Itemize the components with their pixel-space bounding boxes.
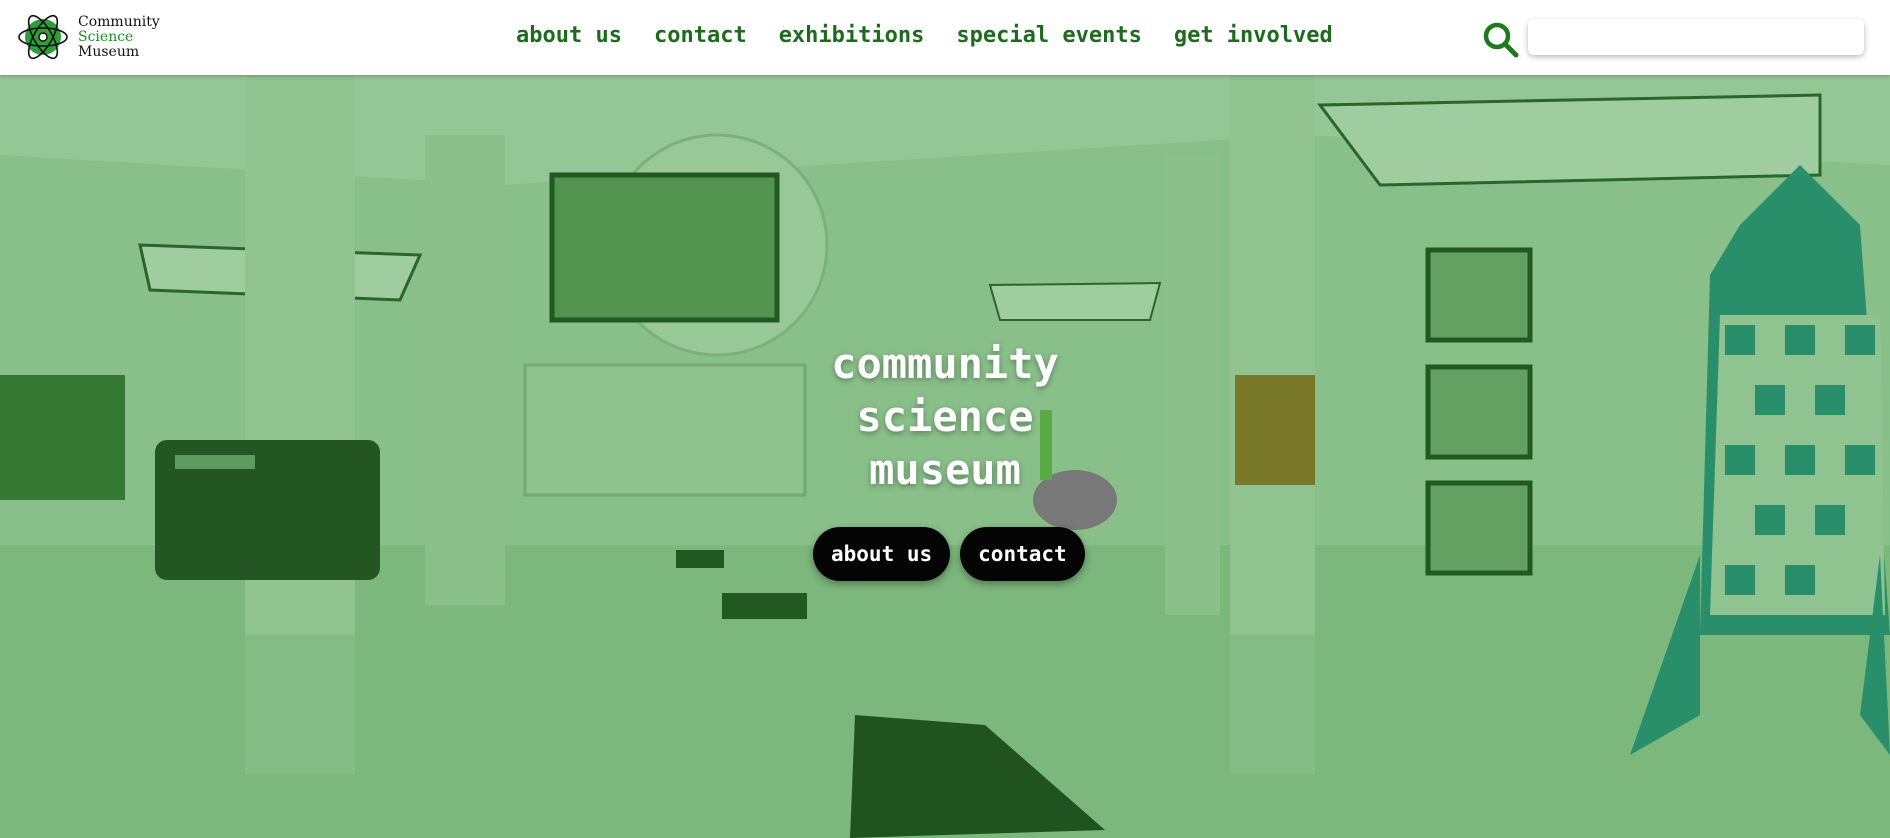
nav-link-special-events[interactable]: special events [956,23,1141,48]
nav-link-about-us[interactable]: about us [516,23,622,48]
site-logo[interactable]: Community Science Museum [18,7,160,67]
atom-logo-icon [18,14,68,60]
logo-line-community: Community [78,13,160,30]
search-icon[interactable] [1481,20,1521,60]
logo-wordmark: Community Science Museum [78,13,160,60]
main-nav: about us contact exhibitions special eve… [500,18,1349,52]
logo-line-museum: Museum [78,43,140,60]
nav-link-get-involved[interactable]: get involved [1174,23,1333,48]
hero-section: community science museum about us contac… [0,75,1890,838]
nav-link-contact[interactable]: contact [654,23,747,48]
hero-title-line: science [856,392,1034,441]
hero-title: community science museum [745,337,1145,496]
search-input[interactable] [1528,19,1864,55]
hero-button-group: about us contact [813,527,1095,581]
site-header: Community Science Museum about us contac… [0,0,1890,75]
nav-link-exhibitions[interactable]: exhibitions [779,23,925,48]
hero-contact-button[interactable]: contact [960,527,1085,581]
hero-about-us-button[interactable]: about us [813,527,951,581]
hero-title-line: museum [869,445,1021,494]
hero-title-line: community [831,339,1059,388]
logo-line-science: Science [78,28,134,45]
